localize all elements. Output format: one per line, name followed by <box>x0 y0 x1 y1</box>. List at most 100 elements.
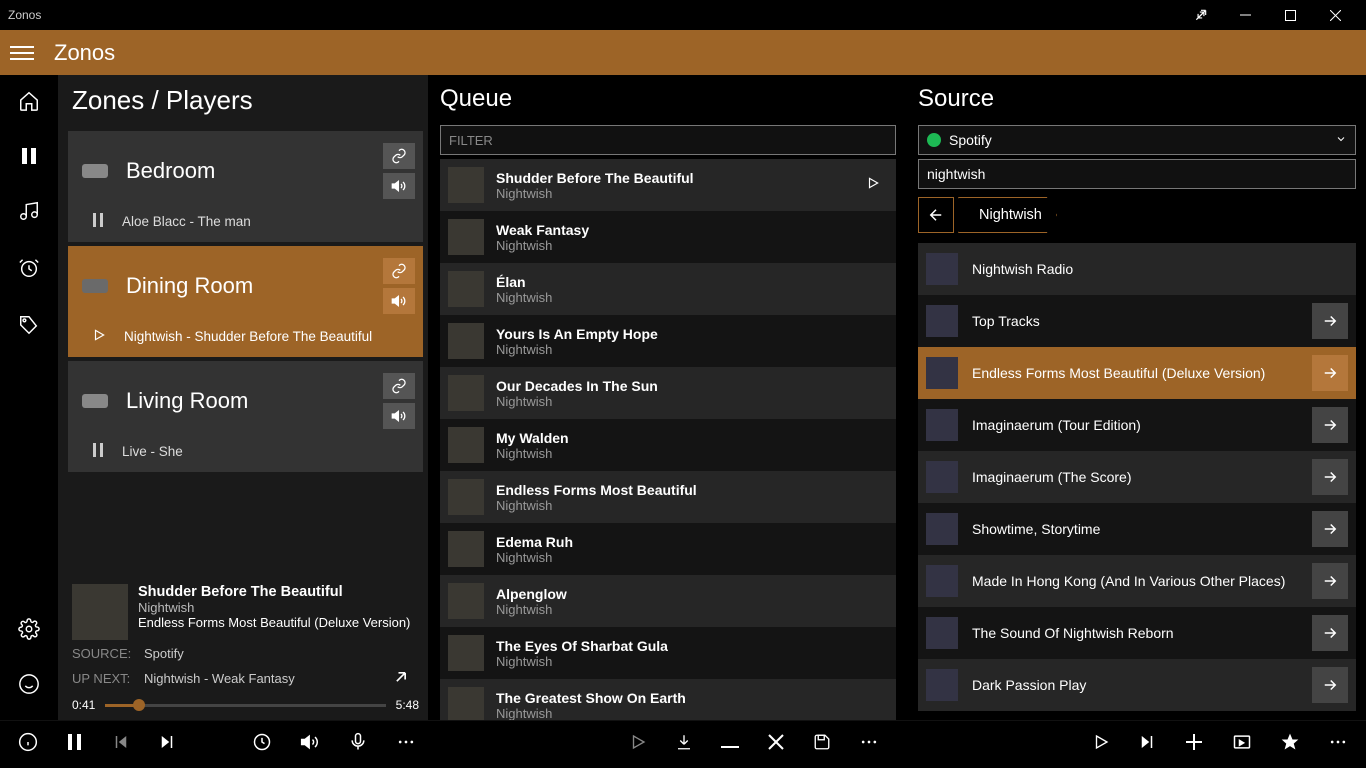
pause-icon[interactable] <box>20 147 38 170</box>
window-title: Zonos <box>8 8 1178 22</box>
breadcrumb-item[interactable]: Nightwish <box>958 197 1057 233</box>
track-title: My Walden <box>496 430 569 446</box>
mic-icon[interactable] <box>348 732 368 757</box>
source-item-name: Made In Hong Kong (And In Various Other … <box>972 573 1285 589</box>
volume-icon[interactable] <box>300 732 320 757</box>
info-icon[interactable] <box>18 732 38 757</box>
queue-track[interactable]: The Greatest Show On EarthNightwish <box>440 679 896 720</box>
navigate-button[interactable] <box>1312 563 1348 599</box>
replace-queue-icon[interactable] <box>1232 732 1252 757</box>
navigate-button[interactable] <box>1312 407 1348 443</box>
upnext-label: UP NEXT: <box>72 671 134 686</box>
queue-track[interactable]: Our Decades In The SunNightwish <box>440 367 896 419</box>
progress-bar[interactable]: 0:41 5:48 <box>72 698 419 712</box>
queue-more-icon[interactable] <box>859 732 879 757</box>
save-icon[interactable] <box>813 733 831 756</box>
queue-track[interactable]: Yours Is An Empty HopeNightwish <box>440 315 896 367</box>
source-next-button[interactable] <box>1138 733 1156 756</box>
zone-state-icon <box>92 443 104 460</box>
zone-item[interactable]: Living Room Live - She <box>68 361 423 472</box>
download-icon[interactable] <box>675 733 693 756</box>
clear-icon[interactable] <box>767 733 785 756</box>
expand-icon[interactable] <box>1178 0 1223 30</box>
zones-heading: Zones / Players <box>68 85 423 116</box>
queue-track[interactable]: Shudder Before The BeautifulNightwish <box>440 159 896 211</box>
minimize-button[interactable] <box>1223 0 1268 30</box>
source-item-art <box>926 409 958 441</box>
next-track-button[interactable] <box>158 733 176 756</box>
navigate-button[interactable] <box>1312 355 1348 391</box>
queue-track[interactable]: AlpenglowNightwish <box>440 575 896 627</box>
source-item[interactable]: Made In Hong Kong (And In Various Other … <box>918 555 1356 607</box>
history-icon[interactable] <box>252 732 272 757</box>
more-icon[interactable] <box>396 732 416 757</box>
window-titlebar: Zonos <box>0 0 1366 30</box>
queue-track[interactable]: The Eyes Of Sharbat GulaNightwish <box>440 627 896 679</box>
source-search-input[interactable]: nightwish <box>918 159 1356 189</box>
add-icon[interactable] <box>1184 732 1204 757</box>
queue-track[interactable]: Endless Forms Most BeautifulNightwish <box>440 471 896 523</box>
home-icon[interactable] <box>18 90 40 117</box>
source-item[interactable]: Top Tracks <box>918 295 1356 347</box>
prev-track-button[interactable] <box>112 733 130 756</box>
queue-track[interactable]: My WaldenNightwish <box>440 419 896 471</box>
source-item[interactable]: Nightwish Radio <box>918 243 1356 295</box>
source-item[interactable]: Imaginaerum (Tour Edition) <box>918 399 1356 451</box>
navigate-button[interactable] <box>1312 511 1348 547</box>
source-item-name: Endless Forms Most Beautiful (Deluxe Ver… <box>972 365 1265 381</box>
track-artist: Nightwish <box>496 550 573 565</box>
source-play-button[interactable] <box>1092 733 1110 756</box>
navigate-button[interactable] <box>1312 615 1348 651</box>
source-label: SOURCE: <box>72 646 134 661</box>
source-item-art <box>926 565 958 597</box>
zone-volume-button[interactable] <box>383 173 415 199</box>
queue-panel: Queue FILTER Shudder Before The Beautifu… <box>428 75 906 720</box>
navigate-button[interactable] <box>1312 303 1348 339</box>
smile-icon[interactable] <box>18 673 40 700</box>
spotify-icon <box>927 133 941 147</box>
zone-item[interactable]: Dining Room Nightwish - Shudder Before T… <box>68 246 423 357</box>
queue-play-button[interactable] <box>629 733 647 756</box>
music-icon[interactable] <box>18 200 40 227</box>
navigate-button[interactable] <box>1312 667 1348 703</box>
close-button[interactable] <box>1313 0 1358 30</box>
track-art <box>448 271 484 307</box>
source-item[interactable]: The Sound Of Nightwish Reborn <box>918 607 1356 659</box>
time-total: 5:48 <box>396 698 419 712</box>
track-title: Élan <box>496 274 552 290</box>
source-item[interactable]: Showtime, Storytime <box>918 503 1356 555</box>
queue-track[interactable]: ÉlanNightwish <box>440 263 896 315</box>
zone-item[interactable]: Bedroom Aloe Blacc - The man <box>68 131 423 242</box>
source-item-art <box>926 461 958 493</box>
source-item[interactable]: Imaginaerum (The Score) <box>918 451 1356 503</box>
source-item-name: Imaginaerum (The Score) <box>972 469 1132 485</box>
track-artist: Nightwish <box>496 394 658 409</box>
zone-volume-button[interactable] <box>383 288 415 314</box>
link-zone-button[interactable] <box>383 258 415 284</box>
remove-icon[interactable] <box>721 736 739 754</box>
track-title: Our Decades In The Sun <box>496 378 658 394</box>
zone-volume-button[interactable] <box>383 403 415 429</box>
link-zone-button[interactable] <box>383 143 415 169</box>
queue-track[interactable]: Weak FantasyNightwish <box>440 211 896 263</box>
queue-filter-input[interactable]: FILTER <box>440 125 896 155</box>
pause-button[interactable] <box>66 733 84 756</box>
source-provider-select[interactable]: Spotify <box>918 125 1356 155</box>
menu-button[interactable] <box>10 46 34 60</box>
source-item[interactable]: Dark Passion Play <box>918 659 1356 711</box>
favorite-icon[interactable] <box>1280 732 1300 757</box>
link-zone-button[interactable] <box>383 373 415 399</box>
provider-name: Spotify <box>949 132 992 148</box>
source-value: Spotify <box>144 646 184 661</box>
queue-track[interactable]: Edema RuhNightwish <box>440 523 896 575</box>
alarm-icon[interactable] <box>18 257 40 284</box>
maximize-button[interactable] <box>1268 0 1313 30</box>
source-item[interactable]: Endless Forms Most Beautiful (Deluxe Ver… <box>918 347 1356 399</box>
tag-icon[interactable] <box>18 314 40 341</box>
navigate-button[interactable] <box>1312 459 1348 495</box>
back-button[interactable] <box>918 197 954 233</box>
source-more-icon[interactable] <box>1328 732 1348 757</box>
settings-icon[interactable] <box>18 618 40 645</box>
expand-arrow-icon[interactable] <box>391 667 411 690</box>
chevron-down-icon <box>1335 132 1347 148</box>
